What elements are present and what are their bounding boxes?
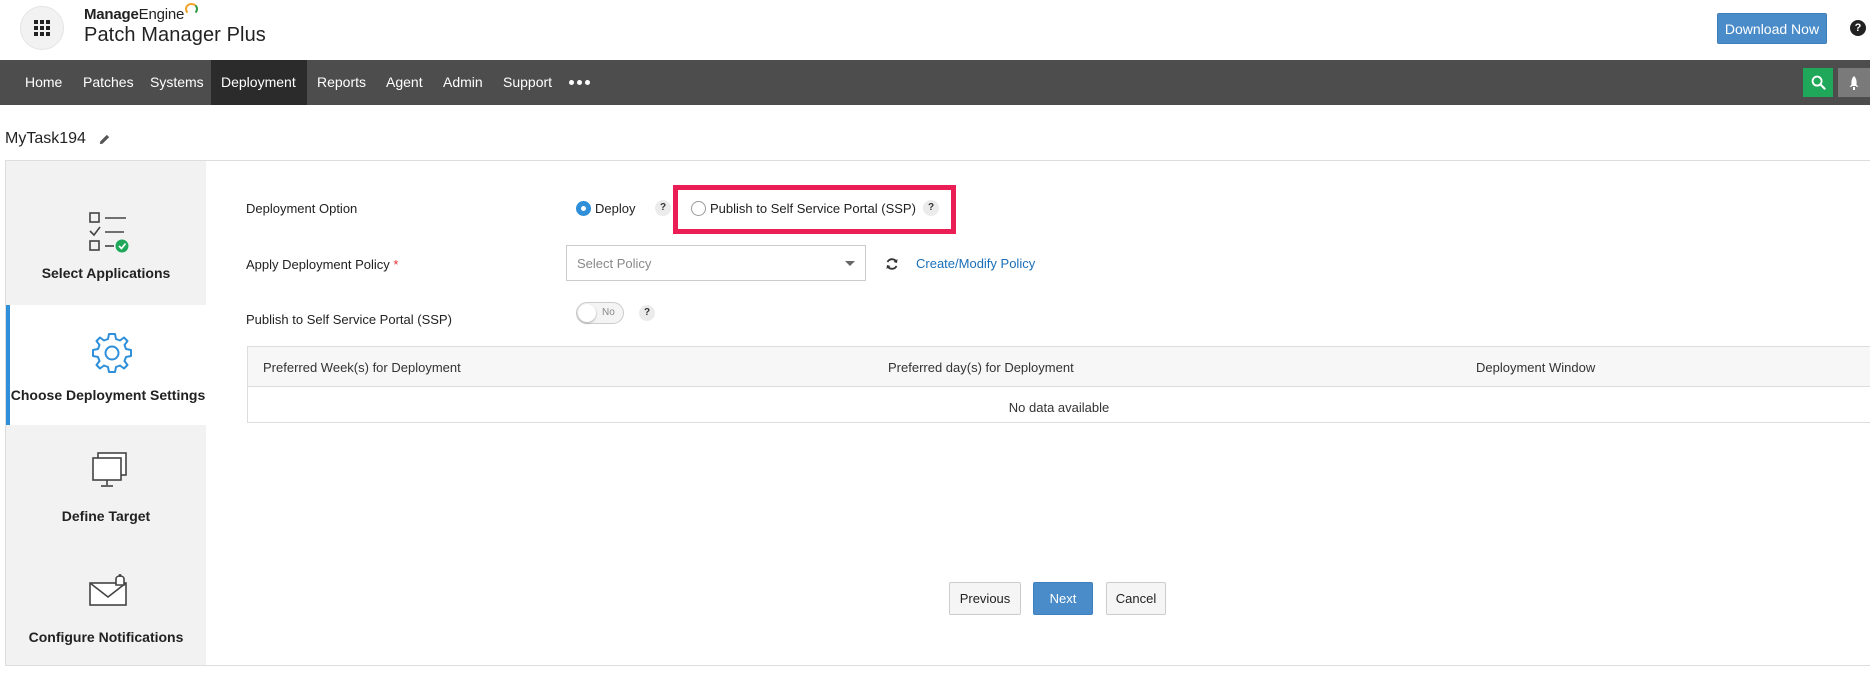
nav-item-support[interactable]: Support xyxy=(493,60,562,105)
app-launcher-button[interactable] xyxy=(20,6,64,50)
nav-item-home[interactable]: Home xyxy=(15,60,72,105)
quick-launch-button[interactable] xyxy=(1838,68,1870,97)
toggle-state-text: No xyxy=(602,307,615,318)
grid-icon xyxy=(34,20,50,36)
nav-item-systems[interactable]: Systems xyxy=(140,60,214,105)
checklist-icon xyxy=(89,212,129,253)
cancel-button[interactable]: Cancel xyxy=(1106,582,1166,615)
app-header: ManageEngine Patch Manager Plus Download… xyxy=(0,0,1870,60)
pencil-icon[interactable] xyxy=(98,133,111,146)
step-define-target[interactable]: Define Target xyxy=(6,425,206,545)
ssp-toggle-help-icon[interactable]: ? xyxy=(639,305,655,321)
column-header: Deployment Window xyxy=(1476,360,1596,375)
policy-select-placeholder: Select Policy xyxy=(577,256,652,271)
step-label: Configure Notifications xyxy=(28,629,184,645)
deployment-schedule-table: Preferred Week(s) for Deployment Preferr… xyxy=(247,346,1870,423)
deployment-option-label: Deployment Option xyxy=(246,201,358,216)
ssp-toggle[interactable]: No xyxy=(576,302,624,324)
next-button[interactable]: Next xyxy=(1033,582,1093,615)
nav-item-admin[interactable]: Admin xyxy=(433,60,493,105)
column-header: Preferred day(s) for Deployment xyxy=(888,360,1074,375)
product-logo: ManageEngine Patch Manager Plus xyxy=(84,3,266,47)
monitor-icon xyxy=(92,452,127,487)
deploy-help-icon[interactable]: ? xyxy=(655,200,671,216)
deploy-radio-label[interactable]: Deploy xyxy=(595,201,635,216)
wizard-steps: Select Applications Choose Deployment Se… xyxy=(6,161,206,665)
more-icon[interactable] xyxy=(569,60,590,105)
rocket-icon xyxy=(1849,75,1859,90)
table-header: Preferred Week(s) for Deployment Preferr… xyxy=(248,347,1870,387)
deployment-policy-label: Apply Deployment Policy * xyxy=(246,257,399,272)
search-icon xyxy=(1811,75,1826,90)
ssp-radio-label[interactable]: Publish to Self Service Portal (SSP) xyxy=(710,201,916,216)
ssp-help-icon[interactable]: ? xyxy=(923,200,939,216)
nav-item-agent[interactable]: Agent xyxy=(376,60,433,105)
policy-select[interactable]: Select Policy xyxy=(566,245,866,281)
step-label: Choose Deployment Settings xyxy=(10,387,206,403)
toggle-knob xyxy=(578,304,596,322)
download-now-button[interactable]: Download Now xyxy=(1717,13,1827,44)
ssp-toggle-label: Publish to Self Service Portal (SSP) xyxy=(246,312,452,327)
nav-item-reports[interactable]: Reports xyxy=(307,60,376,105)
step-label: Select Applications xyxy=(41,265,171,281)
deploy-radio[interactable] xyxy=(576,201,591,216)
envelope-icon xyxy=(89,574,127,606)
caret-down-icon xyxy=(845,261,855,266)
help-icon[interactable]: ? xyxy=(1850,20,1866,36)
nav-item-patches[interactable]: Patches xyxy=(73,60,144,105)
step-choose-deployment-settings[interactable]: Choose Deployment Settings xyxy=(6,305,206,425)
refresh-icon[interactable] xyxy=(885,257,899,271)
task-title: MyTask194 xyxy=(5,130,86,147)
company-logo: ManageEngine xyxy=(84,3,266,23)
gear-icon xyxy=(92,333,132,373)
main-navbar: Home Patches Systems Deployment Reports … xyxy=(0,60,1870,105)
step-label: Define Target xyxy=(61,508,151,524)
nav-item-deployment[interactable]: Deployment xyxy=(211,60,307,105)
required-marker: * xyxy=(393,257,399,272)
ssp-radio[interactable] xyxy=(691,201,706,216)
step-select-applications[interactable]: Select Applications xyxy=(6,161,206,281)
product-name: Patch Manager Plus xyxy=(84,24,266,46)
search-button[interactable] xyxy=(1803,68,1833,97)
column-header: Preferred Week(s) for Deployment xyxy=(263,360,461,375)
empty-table-message: No data available xyxy=(1008,400,1110,415)
step-configure-notifications[interactable]: Configure Notifications xyxy=(6,545,206,665)
create-modify-policy-link[interactable]: Create/Modify Policy xyxy=(916,256,1035,271)
previous-button[interactable]: Previous xyxy=(949,582,1021,615)
